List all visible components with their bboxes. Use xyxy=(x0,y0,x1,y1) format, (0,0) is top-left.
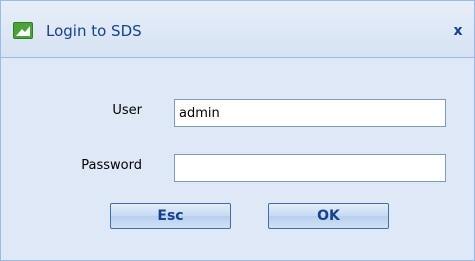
user-label: User xyxy=(112,103,142,118)
dialog-titlebar[interactable]: Login to SDS x xyxy=(1,1,474,58)
login-dialog: Login to SDS x User Password Esc OK xyxy=(0,0,475,261)
password-input[interactable] xyxy=(174,154,446,182)
app-logo-icon xyxy=(13,22,33,39)
esc-button[interactable]: Esc xyxy=(110,203,231,229)
close-icon[interactable]: x xyxy=(450,21,466,41)
dialog-title: Login to SDS xyxy=(46,22,142,40)
password-label: Password xyxy=(81,158,142,173)
ok-button[interactable]: OK xyxy=(268,203,389,229)
login-form: User Password Esc OK xyxy=(9,67,466,253)
user-input[interactable] xyxy=(174,99,446,127)
